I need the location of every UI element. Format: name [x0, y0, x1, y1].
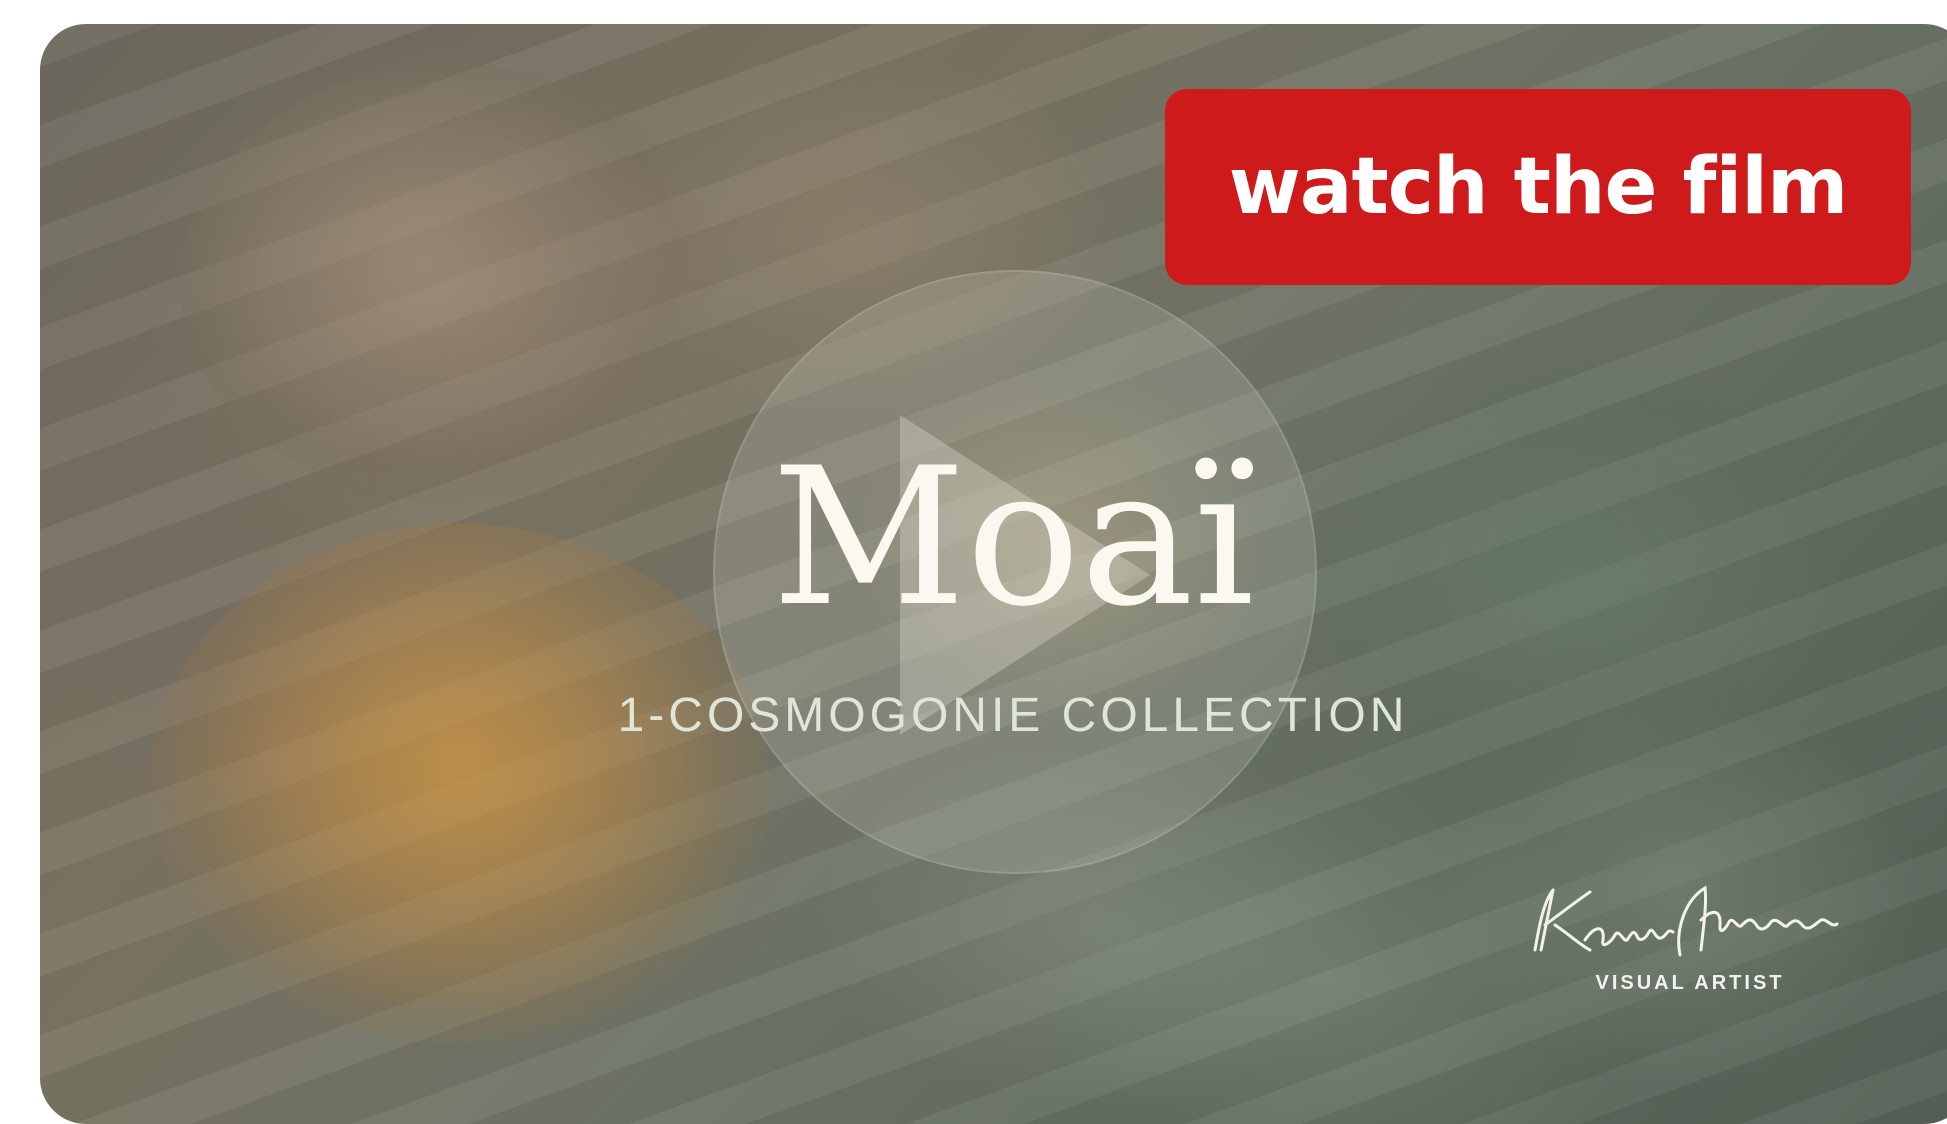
video-title: Moaï: [771, 427, 1255, 648]
artist-role-label: VISUAL ARTIST: [1595, 972, 1785, 994]
video-subtitle: 1-COSMOGONIE COLLECTION: [617, 689, 1409, 742]
watch-the-film-label: watch the film: [1228, 142, 1848, 232]
background-face: [150, 524, 770, 1044]
artist-signature-logo: [1533, 885, 1839, 957]
watch-the-film-button[interactable]: watch the film: [1165, 89, 1911, 285]
